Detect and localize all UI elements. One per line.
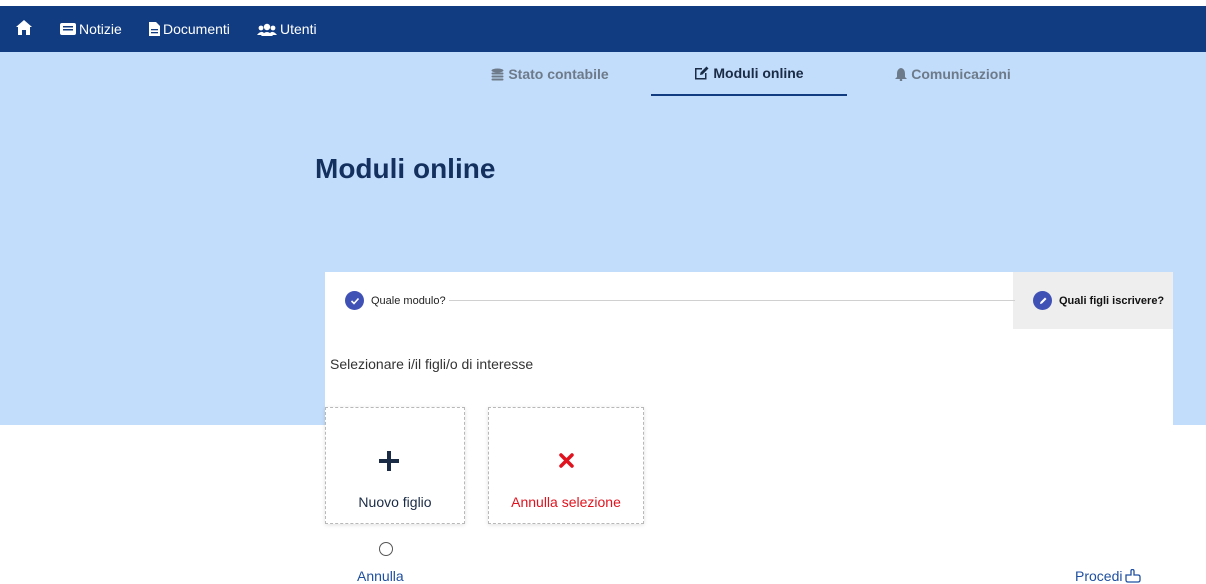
document-icon xyxy=(149,22,160,36)
check-icon xyxy=(345,291,364,310)
proceed-link[interactable]: Procedi xyxy=(1075,568,1142,584)
nav-notizie-label: Notizie xyxy=(79,21,122,37)
cancel-selection-label: Annulla selezione xyxy=(511,494,621,510)
newspaper-icon xyxy=(60,23,76,35)
new-child-tile[interactable]: Nuovo figlio xyxy=(325,407,465,524)
proceed-label: Procedi xyxy=(1075,568,1123,584)
new-child-label: Nuovo figlio xyxy=(358,494,432,510)
tab-stato-contabile-label: Stato contabile xyxy=(508,66,609,82)
nav-utenti[interactable]: Utenti xyxy=(257,21,317,37)
radio-button[interactable] xyxy=(379,542,393,556)
step-2-label: Quali figli iscrivere? xyxy=(1059,294,1165,307)
nav-documenti[interactable]: Documenti xyxy=(149,21,230,37)
step-1[interactable]: Quale modulo? xyxy=(345,291,446,310)
cancel-selection-tile[interactable]: Annulla selezione xyxy=(488,407,644,524)
stepper-connector xyxy=(449,300,1015,301)
nav-home[interactable] xyxy=(16,20,32,35)
nav-notizie[interactable]: Notizie xyxy=(60,21,122,37)
page-title: Moduli online xyxy=(315,153,496,184)
close-icon xyxy=(559,453,574,468)
instruction-text: Selezionare i/il figli/o di interesse xyxy=(330,356,534,372)
bell-icon xyxy=(895,67,908,81)
step-1-label: Quale modulo? xyxy=(371,294,446,307)
users-icon xyxy=(257,23,277,36)
hand-pointer-icon xyxy=(1125,569,1142,583)
tab-moduli-online[interactable]: Moduli online xyxy=(651,52,847,96)
tab-moduli-online-label: Moduli online xyxy=(713,65,804,81)
stepper-card: Quale modulo? Quali figli iscrivere? xyxy=(325,272,1173,425)
home-icon xyxy=(16,20,32,35)
tab-comunicazioni[interactable]: Comunicazioni xyxy=(858,52,1048,96)
pencil-icon xyxy=(1033,291,1052,310)
nav-documenti-label: Documenti xyxy=(163,21,230,37)
edit-icon xyxy=(695,66,709,80)
step-2[interactable]: Quali figli iscrivere? xyxy=(1033,291,1164,310)
coins-icon xyxy=(491,68,504,80)
nav-utenti-label: Utenti xyxy=(280,21,317,37)
cancel-link[interactable]: Annulla xyxy=(357,568,404,584)
top-navbar: Notizie Documenti Utenti xyxy=(0,6,1206,52)
tab-stato-contabile[interactable]: Stato contabile xyxy=(460,52,640,96)
tab-comunicazioni-label: Comunicazioni xyxy=(911,66,1011,82)
plus-icon xyxy=(379,451,399,471)
